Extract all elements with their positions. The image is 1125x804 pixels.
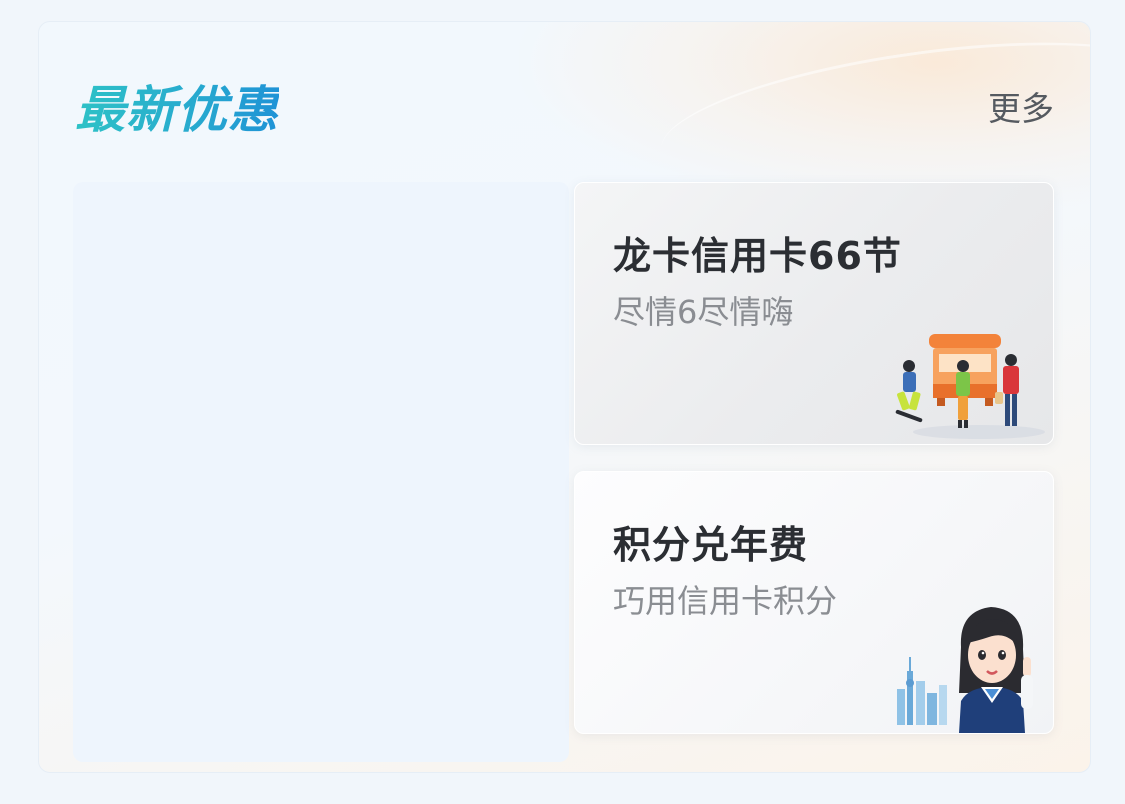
promo-card-66-festival[interactable]: 龙卡信用卡66节 尽情6尽情嗨 [574,182,1054,445]
card-subtitle: 尽情6尽情嗨 [613,293,794,331]
card-title: 积分兑年费 [613,523,809,567]
more-link[interactable]: 更多 [988,82,1054,130]
latest-offers-panel: 最新优惠 更多 龙卡信用卡66节 尽情6尽情嗨 积分兑年费 巧用信用卡积分 [38,21,1091,773]
card-subtitle: 巧用信用卡积分 [613,582,838,620]
promo-card-points-annual-fee[interactable]: 积分兑年费 巧用信用卡积分 [574,471,1054,734]
bank-staff-avatar-illustration [897,607,1033,733]
section-title: 最新优惠 [75,70,279,142]
promo-banner-placeholder[interactable] [73,182,569,762]
shopping-street-illustration [895,334,1045,439]
card-title: 龙卡信用卡66节 [613,234,902,278]
